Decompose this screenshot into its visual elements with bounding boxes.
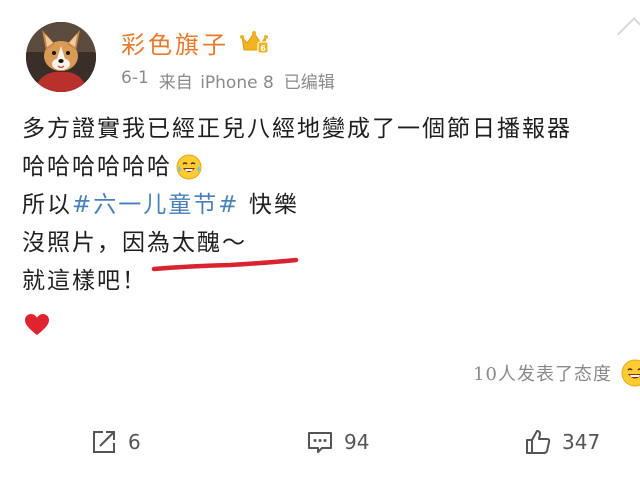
post-line: 哈哈哈哈哈哈 — [22, 148, 640, 186]
post-meta: 6-1 来自 iPhone 8 已编辑 — [121, 68, 335, 93]
post-source: 来自 iPhone 8 — [159, 68, 274, 93]
post-body: 多方證實我已經正兒八經地變成了一個節日播報器 哈哈哈哈哈哈 所以 #六一儿童节#… — [22, 110, 640, 300]
svg-text:6: 6 — [260, 44, 266, 53]
author-row: 彩色旗子 6 — [121, 24, 269, 60]
reactions-summary[interactable]: 10人发表了态度 — [473, 358, 640, 388]
like-button[interactable]: 347 — [524, 428, 600, 456]
post-line: 多方證實我已經正兒八經地變成了一個節日播報器 — [22, 110, 640, 148]
share-button[interactable]: 6 — [90, 428, 141, 456]
like-count: 347 — [562, 430, 601, 454]
post-text: 多方證實我已經正兒八經地變成了一個節日播報器 — [22, 116, 572, 142]
post-text: 就這樣吧！ — [22, 268, 147, 294]
post-text: 哈哈哈哈哈哈 — [22, 154, 172, 180]
crown-icon[interactable]: 6 — [239, 29, 269, 55]
red-heart-icon — [25, 314, 49, 335]
weibo-post-card: 彩色旗子 6 6-1 来自 iPhone 8 已编辑 多方證實我已經正兒八經地變… — [0, 0, 640, 479]
source-prefix: 来自 — [158, 73, 193, 93]
laughing-tears-emoji-icon — [176, 154, 202, 180]
corgi-avatar-icon — [26, 22, 96, 92]
red-underline-annotation — [151, 257, 299, 272]
post-line: 所以 #六一儿童节# 快樂 — [22, 186, 640, 224]
hashtag-link[interactable]: #六一儿童节# — [72, 186, 240, 224]
more-chevron-icon[interactable] — [617, 17, 640, 51]
action-bar: 6 94 347 — [0, 420, 640, 468]
reactions-text: 10人发表了态度 — [473, 364, 612, 385]
comment-button[interactable]: 94 — [306, 428, 369, 456]
post-date: 6-1 — [121, 68, 149, 88]
post-text: 所以 — [22, 192, 72, 218]
edited-label[interactable]: 已编辑 — [284, 68, 335, 93]
thumbs-up-icon — [526, 430, 551, 454]
post-line: 沒照片，因為太醜～ — [22, 224, 640, 262]
source-device: iPhone 8 — [200, 73, 274, 93]
comment-icon — [308, 432, 332, 453]
post-text: 快樂 — [239, 192, 299, 218]
author-name[interactable]: 彩色旗子 — [121, 25, 229, 60]
comment-count: 94 — [344, 430, 370, 454]
share-icon — [93, 431, 115, 453]
share-count: 6 — [128, 430, 141, 454]
post-line: 就這樣吧！ — [22, 262, 640, 300]
avatar[interactable] — [26, 22, 96, 92]
laughing-tears-emoji-icon — [621, 359, 640, 387]
